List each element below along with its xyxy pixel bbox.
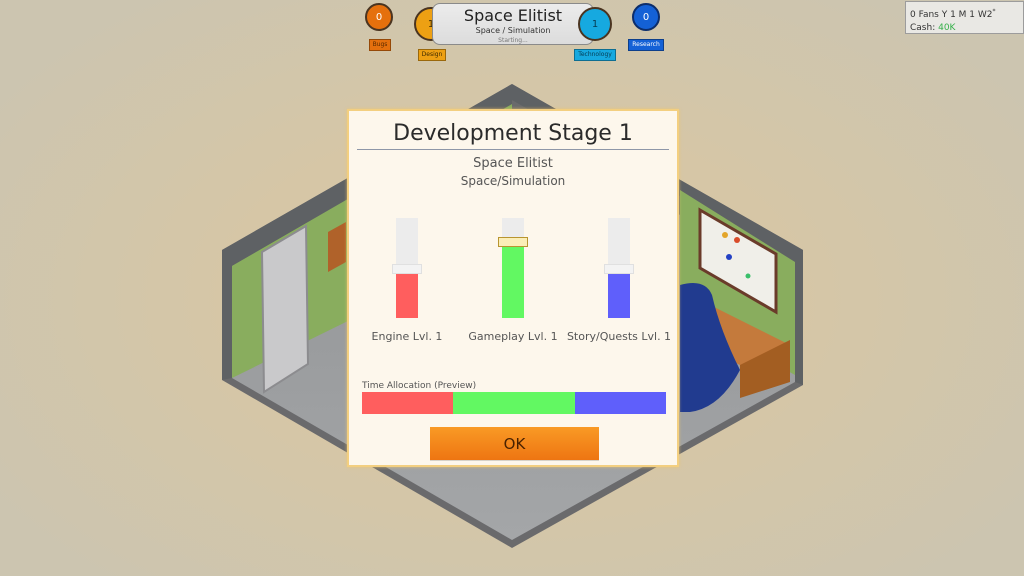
engine-slider-label: Engine Lvl. 1 [371,330,443,343]
fans-date-text: 0 Fans Y 1 M 1 W2 [910,10,993,20]
focus-sliders: Engine Lvl. 1 Gameplay Lvl. 1 Story/Ques… [349,218,681,348]
company-info-panel[interactable]: 0 Fans Y 1 M 1 W2* Cash: 40K [905,1,1024,34]
cash-value: 40K [938,23,956,33]
engine-slider-track[interactable] [392,218,422,318]
development-stage-dialog: Development Stage 1 Space Elitist Space/… [347,109,679,467]
time-allocation-bar [362,392,666,414]
engine-slider-fill [396,273,418,318]
dialog-genre: Space/Simulation [460,174,566,188]
cash-label: Cash: [910,23,936,33]
bugs-label: Bugs [368,39,392,51]
technology-points: 1 [578,7,612,41]
ok-button[interactable]: OK [430,427,599,460]
gameplay-slider-fill [502,246,524,318]
research-label: Research [628,39,664,51]
technology-stat: 1 Technology [573,7,617,61]
gameplay-slider-track[interactable] [498,218,528,318]
bugs-count: 0 [365,3,393,31]
design-label: Design [417,49,447,61]
allocation-segment-gameplay [453,392,575,414]
allocation-segment-story-quests [574,392,666,414]
story-quests-slider-fill [608,273,630,318]
game-progress-panel: Space Elitist Space / Simulation Startin… [432,3,594,45]
gameplay-slider-label: Gameplay Lvl. 1 [468,330,558,343]
engine-slider-thumb[interactable] [392,264,422,274]
allocation-segment-engine [362,392,454,414]
story-quests-slider-label: Story/Quests Lvl. 1 [566,330,672,343]
development-status: Starting... [498,37,528,44]
research-stat: 0 Research [628,3,664,51]
time-allocation-label: Time Allocation (Preview) [362,381,477,391]
fans-date-readout: 0 Fans Y 1 M 1 W2* [910,5,1019,22]
dialog-game-name: Space Elitist [473,156,553,171]
story-quests-slider[interactable]: Story/Quests Lvl. 1 [564,218,674,343]
door [260,224,310,394]
engine-slider[interactable]: Engine Lvl. 1 [352,218,462,343]
cash-readout: Cash: 40K [910,22,1019,35]
story-quests-slider-thumb[interactable] [604,264,634,274]
bugs-stat: 0 Bugs [365,3,395,51]
research-points: 0 [632,3,660,31]
technology-label: Technology [574,49,616,61]
expand-marker: * [992,8,996,15]
gameplay-slider-thumb[interactable] [498,237,528,247]
story-quests-slider-track[interactable] [604,218,634,318]
title-divider [357,149,669,150]
gameplay-slider[interactable]: Gameplay Lvl. 1 [458,218,568,343]
game-genre: Space / Simulation [475,26,551,35]
game-title: Space Elitist [463,6,563,25]
dialog-title: Development Stage 1 [393,121,633,146]
